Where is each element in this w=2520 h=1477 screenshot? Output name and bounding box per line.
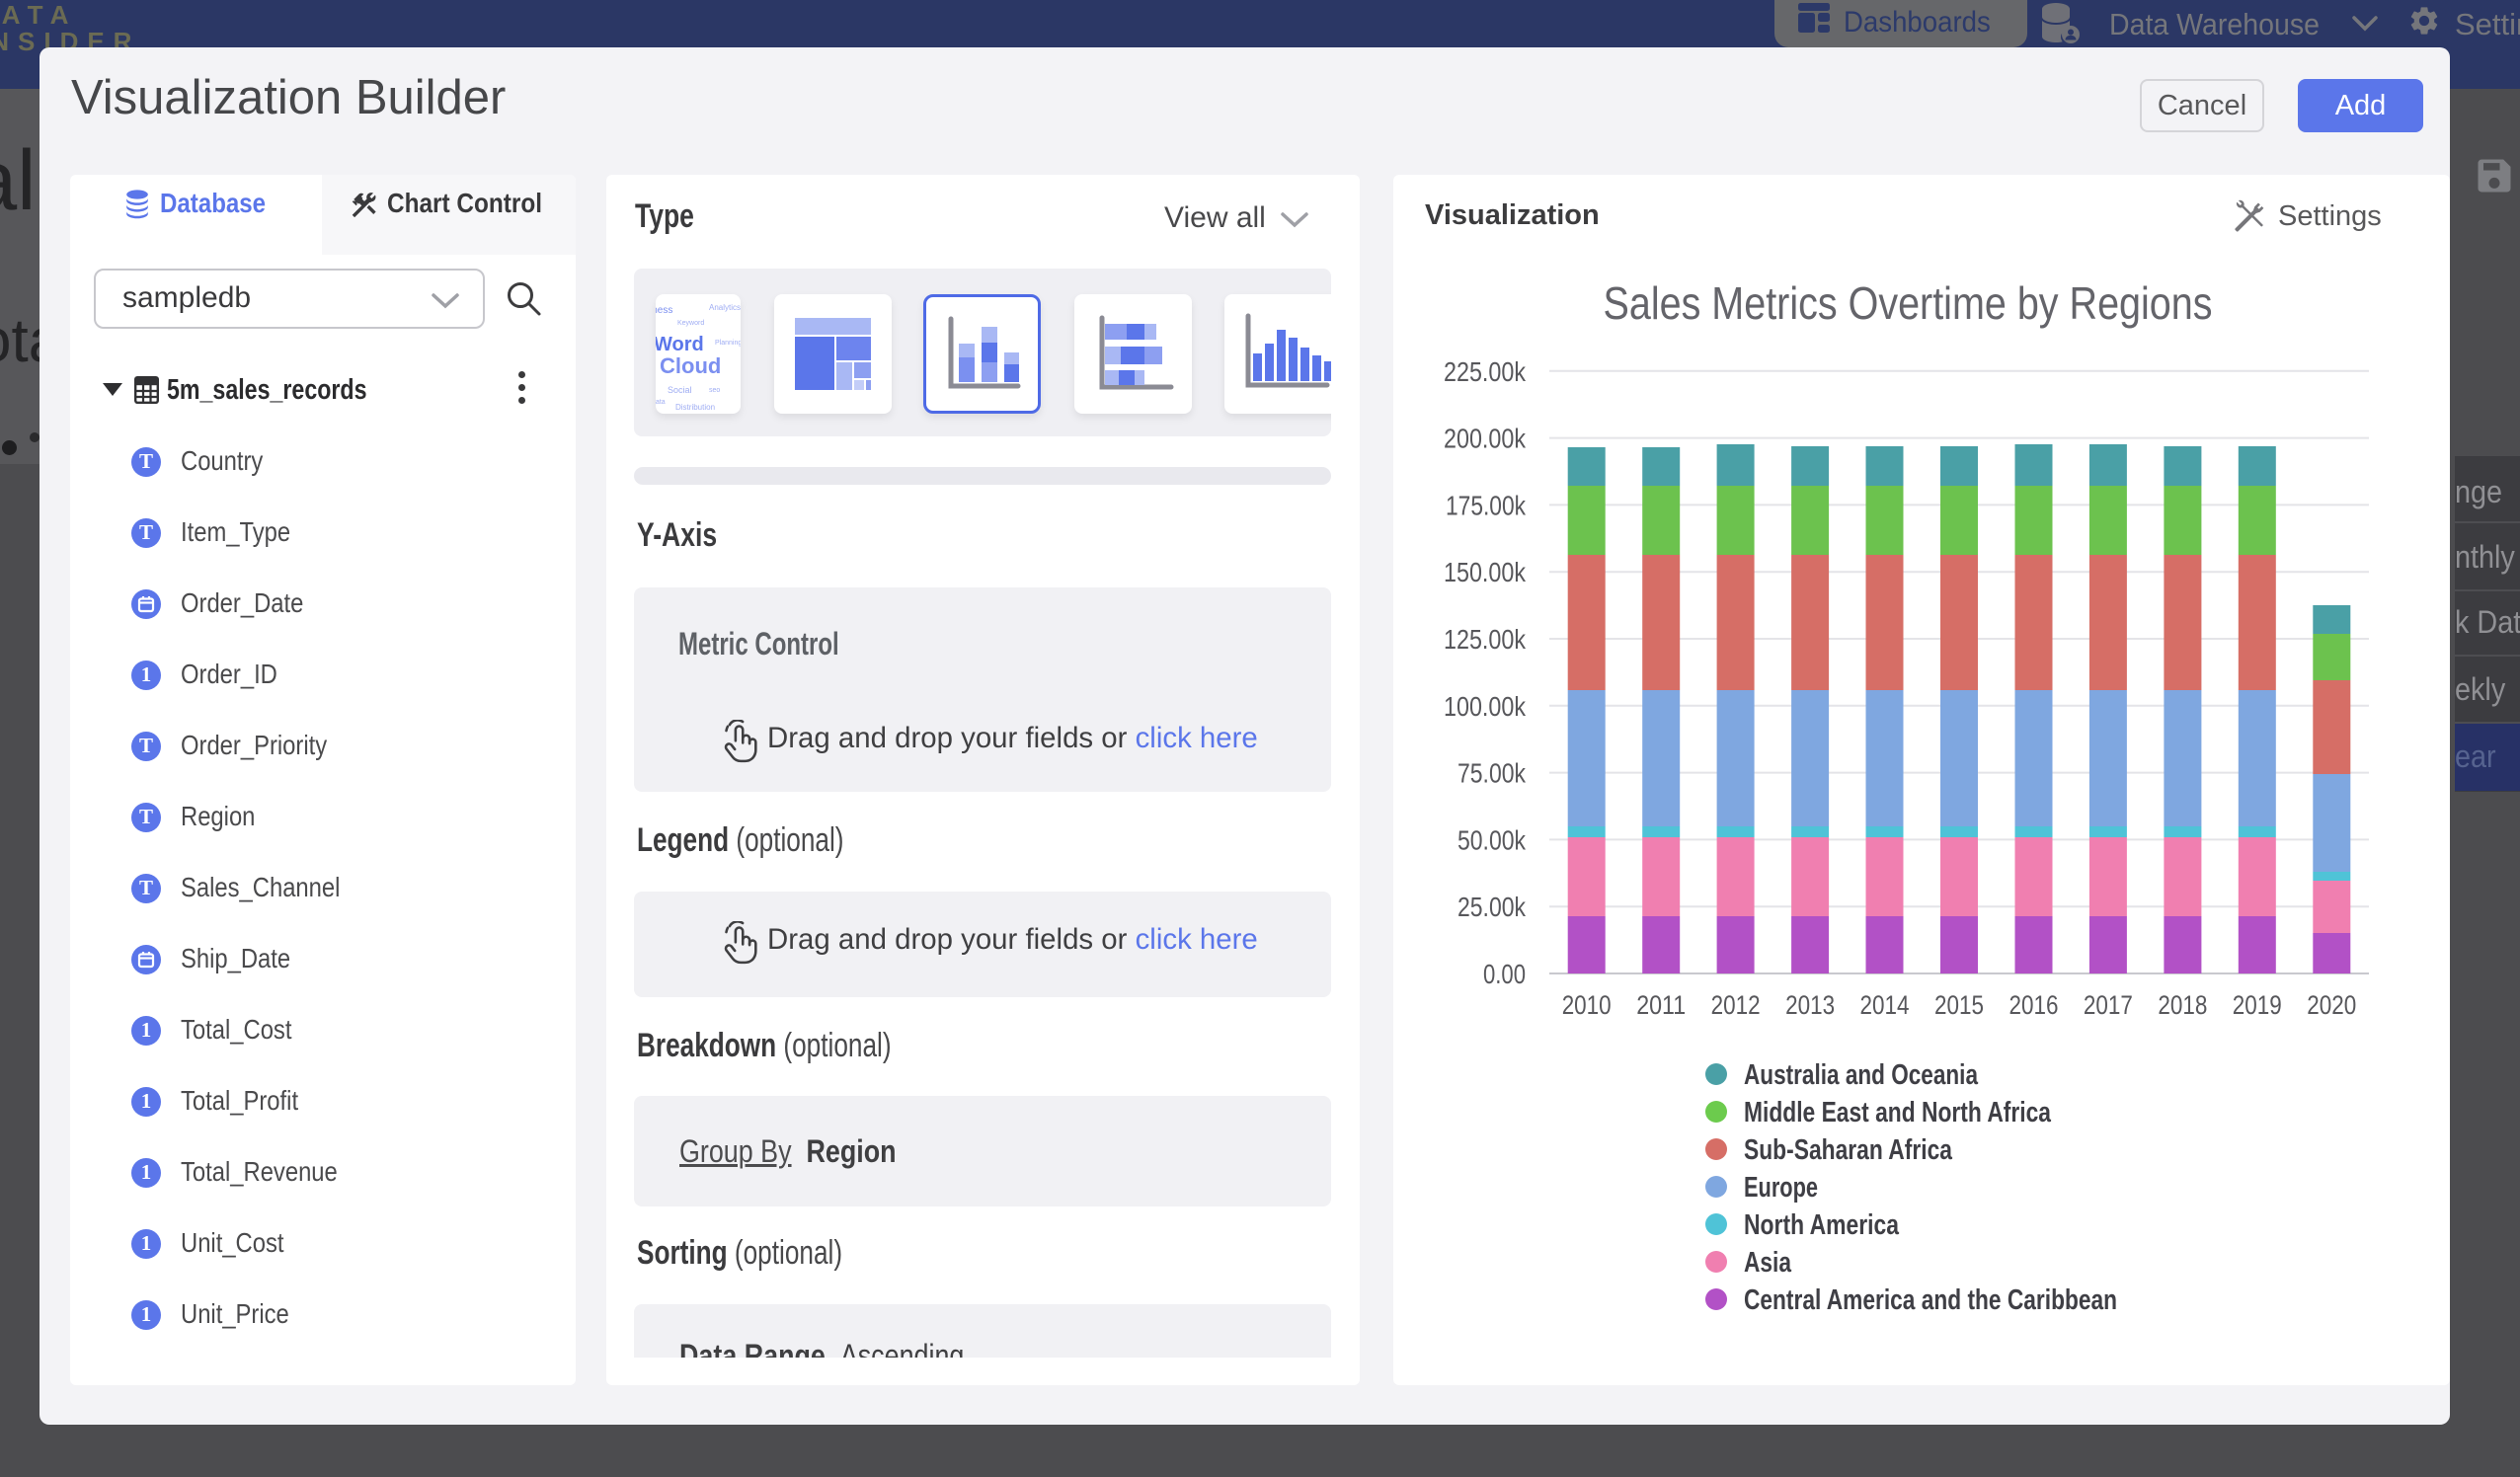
svg-text:Sub-Saharan Africa: Sub-Saharan Africa (1744, 1134, 1953, 1166)
svg-text:Sales Metrics Overtime by Regi: Sales Metrics Overtime by Regions (1604, 277, 2213, 329)
svg-text:2016: 2016 (2009, 990, 2059, 1020)
svg-text:2019: 2019 (2233, 990, 2282, 1020)
svg-text:175.00k: 175.00k (1446, 490, 1527, 520)
svg-text:2015: 2015 (1934, 990, 1984, 1020)
svg-text:Asia: Asia (1744, 1247, 1792, 1279)
svg-text:2017: 2017 (2084, 990, 2133, 1020)
svg-text:2014: 2014 (1860, 990, 1910, 1020)
svg-text:50.00k: 50.00k (1457, 824, 1527, 855)
svg-text:2010: 2010 (1562, 990, 1612, 1020)
svg-text:25.00k: 25.00k (1457, 892, 1527, 922)
svg-text:150.00k: 150.00k (1444, 557, 1527, 587)
svg-text:Middle East and North Africa: Middle East and North Africa (1744, 1097, 2052, 1128)
svg-text:2012: 2012 (1711, 990, 1761, 1020)
svg-text:125.00k: 125.00k (1444, 624, 1527, 655)
svg-text:200.00k: 200.00k (1444, 424, 1527, 454)
svg-text:225.00k: 225.00k (1444, 356, 1527, 387)
svg-text:2013: 2013 (1785, 990, 1835, 1020)
svg-text:Europe: Europe (1744, 1172, 1818, 1204)
svg-text:2011: 2011 (1636, 990, 1686, 1020)
svg-text:100.00k: 100.00k (1444, 691, 1527, 722)
svg-text:2018: 2018 (2158, 990, 2207, 1020)
svg-text:Australia and Oceania: Australia and Oceania (1744, 1059, 1979, 1091)
svg-text:75.00k: 75.00k (1457, 758, 1527, 789)
svg-text:North America: North America (1744, 1209, 1900, 1241)
svg-text:2020: 2020 (2307, 990, 2356, 1020)
svg-text:0.00: 0.00 (1483, 959, 1526, 989)
svg-text:Central America and the Caribb: Central America and the Caribbean (1744, 1284, 2117, 1316)
